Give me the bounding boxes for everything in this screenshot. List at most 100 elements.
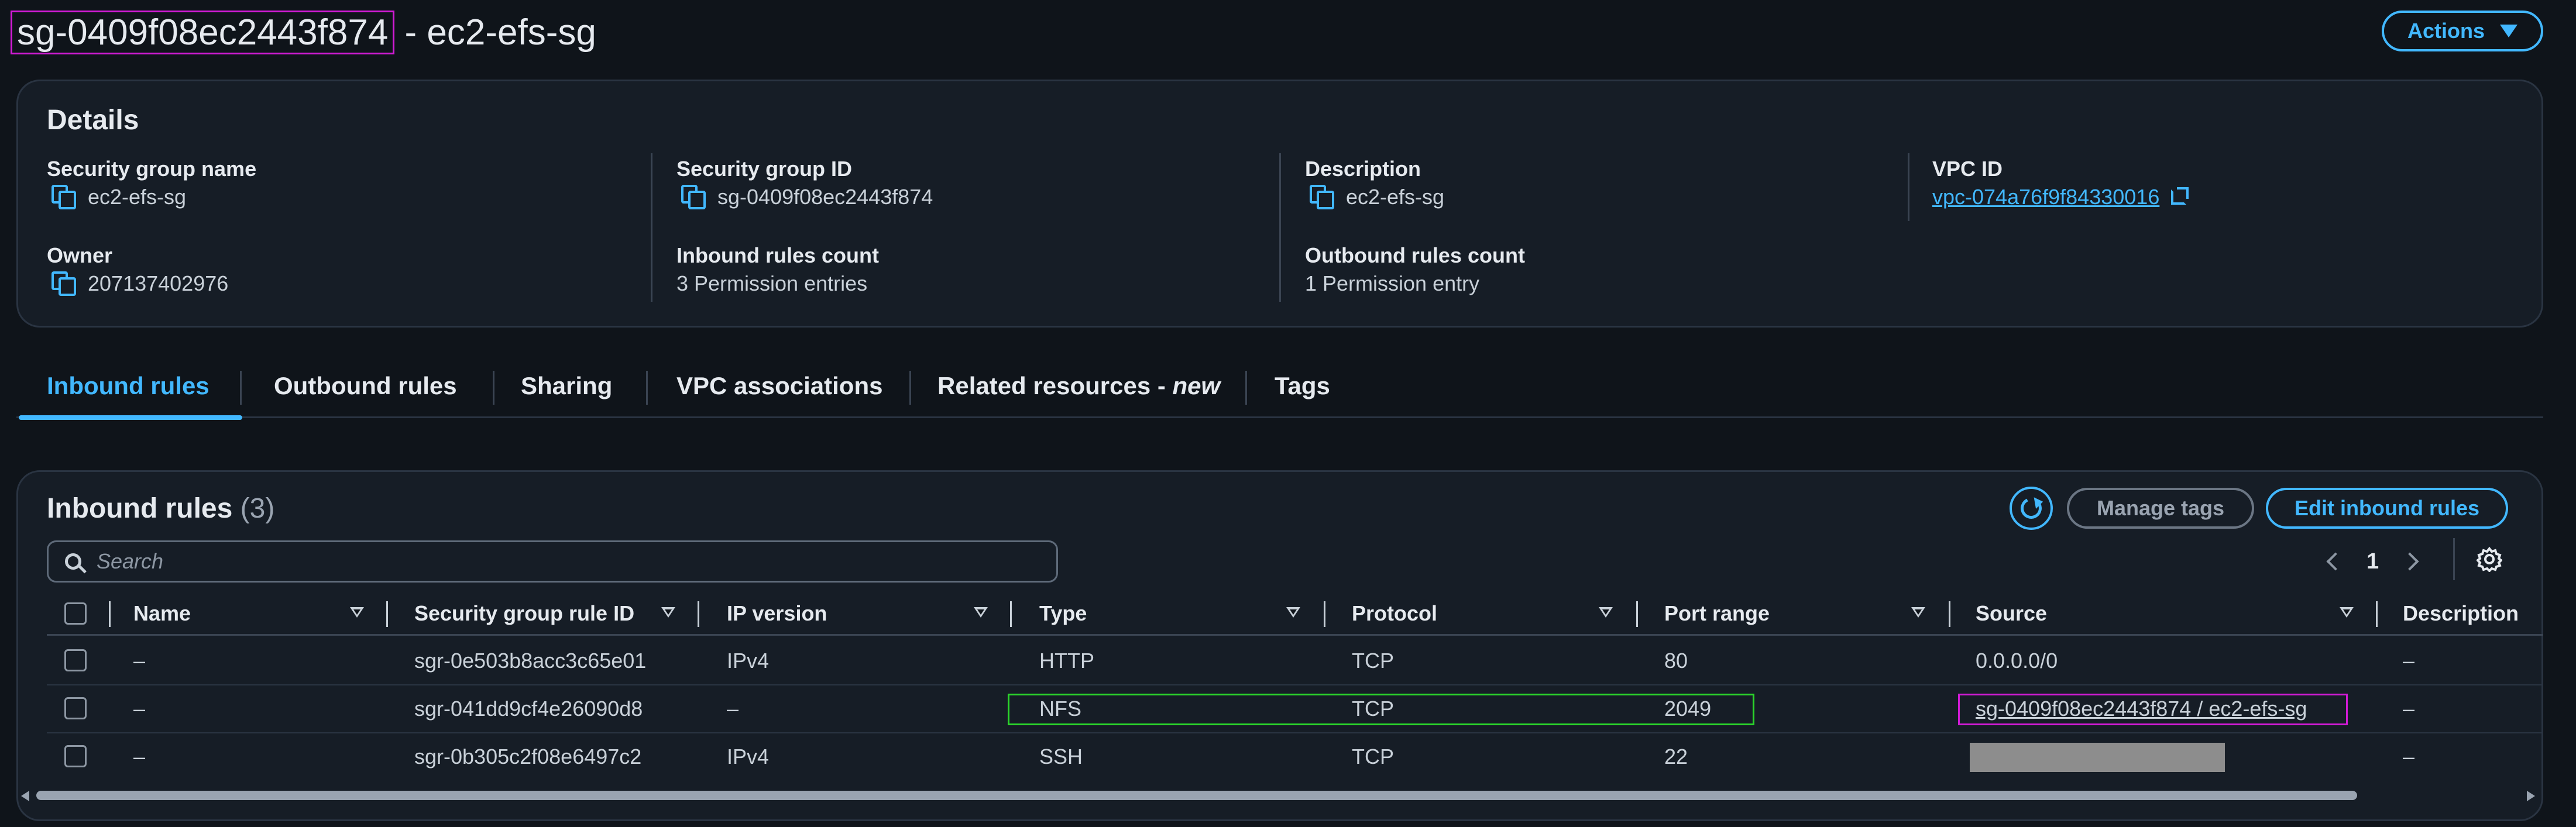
search-icon [65,553,81,570]
cell-ip-version: IPv4 [727,745,770,769]
manage-tags-button[interactable]: Manage tags [2067,488,2254,529]
redacted-source [1970,743,2225,772]
cell-port-range: 80 [1664,649,1688,673]
column-divider[interactable] [1324,601,1325,627]
sg-id-value: sg-0409f08ec2443f874 [681,185,933,209]
column-header-protocol[interactable]: Protocol [1352,593,1437,634]
column-divider[interactable] [386,601,388,627]
tab-sharing[interactable]: Sharing [521,363,612,413]
search-input[interactable] [95,549,976,574]
cell-type: SSH [1039,745,1083,769]
tab-related-resources[interactable]: Related resources - new [937,363,1220,413]
search-box[interactable] [47,540,1058,583]
tab-outbound-rules[interactable]: Outbound rules [274,363,457,413]
scroll-left-icon[interactable] [21,791,29,801]
sort-icon[interactable] [1286,607,1300,618]
column-header-description[interactable]: Description [2403,593,2519,634]
page-title-suffix: - ec2-efs-sg [394,12,596,53]
sort-icon[interactable] [2340,607,2354,618]
vpc-id-link[interactable]: vpc-074a76f9f84330016 [1932,185,2159,209]
select-all-checkbox[interactable] [64,602,87,625]
column-header-type[interactable]: Type [1039,593,1087,634]
copy-icon[interactable] [51,185,76,209]
tab-divider [646,371,648,405]
inbound-rules-title: Inbound rules (3) [47,492,274,525]
column-divider[interactable] [1949,601,1950,627]
table-row[interactable]: – sgr-0b305c2f08e6497c2 IPv4 SSH TCP 22 … [47,733,2543,780]
chevron-left-icon[interactable] [2326,552,2345,571]
tab-inbound-rules[interactable]: Inbound rules [19,363,242,420]
sg-name-value: ec2-efs-sg [51,185,186,209]
owner-text: 207137402976 [88,271,229,295]
cell-description: – [2403,649,2415,673]
column-divider[interactable] [1636,601,1638,627]
cell-rule-id: sgr-0b305c2f08e6497c2 [414,745,642,769]
row-checkbox[interactable] [64,697,87,719]
outbound-count-label: Outbound rules count [1305,243,1525,267]
table-row[interactable]: – sgr-0e503b8acc3c65e01 IPv4 HTTP TCP 80… [47,638,2543,685]
page-title: sg-0409f08ec2443f874 - ec2-efs-sg [11,8,596,57]
description-text: ec2-efs-sg [1346,185,1445,209]
owner-label: Owner [47,243,113,267]
page-number[interactable]: 1 [2367,549,2379,574]
table-row[interactable]: – sgr-041dd9cf4e26090d8 – NFS TCP 2049 s… [47,685,2543,733]
copy-icon[interactable] [1310,185,1334,209]
copy-icon[interactable] [681,185,706,209]
sort-icon[interactable] [1599,607,1613,618]
page-title-sg-id: sg-0409f08ec2443f874 [11,11,395,54]
vpc-id-label: VPC ID [1932,157,2003,181]
column-header-source[interactable]: Source [1976,593,2047,634]
column-header-port-range[interactable]: Port range [1664,593,1770,634]
inbound-count-label: Inbound rules count [676,243,879,267]
details-divider [651,153,652,302]
cell-description: – [2403,697,2415,721]
sort-icon[interactable] [661,607,675,618]
sort-icon[interactable] [1911,607,1925,618]
owner-value: 207137402976 [51,271,228,296]
actions-button-label: Actions [2407,19,2485,43]
cell-source-link[interactable]: sg-0409f08ec2443f874 / ec2-efs-sg [1976,685,2307,732]
cell-protocol: TCP [1352,697,1394,721]
vpc-id-value: vpc-074a76f9f84330016 [1932,185,2189,209]
column-header-name[interactable]: Name [133,593,191,634]
tab-tags[interactable]: Tags [1275,363,1330,413]
column-divider[interactable] [2376,601,2378,627]
tab-vpc-associations[interactable]: VPC associations [676,363,882,413]
actions-button[interactable]: Actions [2382,11,2543,51]
cell-ip-version: – [727,697,739,721]
tab-divider [240,371,242,405]
refresh-button[interactable] [2010,487,2053,530]
column-header-ip-version[interactable]: IP version [727,593,827,634]
tab-divider [909,371,911,405]
column-divider[interactable] [1010,601,1012,627]
edit-inbound-rules-button[interactable]: Edit inbound rules [2266,488,2508,529]
sort-icon[interactable] [350,607,364,618]
cell-name: – [133,697,146,721]
column-header-rule-id[interactable]: Security group rule ID [414,593,634,634]
pagination: 1 [2326,544,2419,579]
tab-divider [1245,371,1247,405]
cell-name: – [133,745,146,769]
chevron-right-icon[interactable] [2400,552,2419,571]
copy-icon[interactable] [51,271,76,296]
cell-name: – [133,649,146,673]
sort-icon[interactable] [974,607,988,618]
gear-icon[interactable] [2477,546,2502,572]
cell-protocol: TCP [1352,649,1394,673]
row-checkbox[interactable] [64,649,87,671]
tab-related-resources-label: Related resources - [937,372,1173,399]
scroll-right-icon[interactable] [2527,791,2535,801]
cell-type: HTTP [1039,649,1094,673]
cell-protocol: TCP [1352,745,1394,769]
row-checkbox[interactable] [64,745,87,767]
inbound-rules-title-text: Inbound rules [47,493,233,524]
cell-type: NFS [1039,697,1081,721]
cell-rule-id: sgr-041dd9cf4e26090d8 [414,697,643,721]
column-divider[interactable] [698,601,699,627]
sg-id-text: sg-0409f08ec2443f874 [717,185,933,209]
scrollbar-thumb[interactable] [36,791,2357,800]
description-value: ec2-efs-sg [1310,185,1444,209]
cell-description: – [2403,745,2415,769]
sg-name-label: Security group name [47,157,257,181]
tab-bar: Inbound rules Outbound rules Sharing VPC… [16,363,2543,420]
